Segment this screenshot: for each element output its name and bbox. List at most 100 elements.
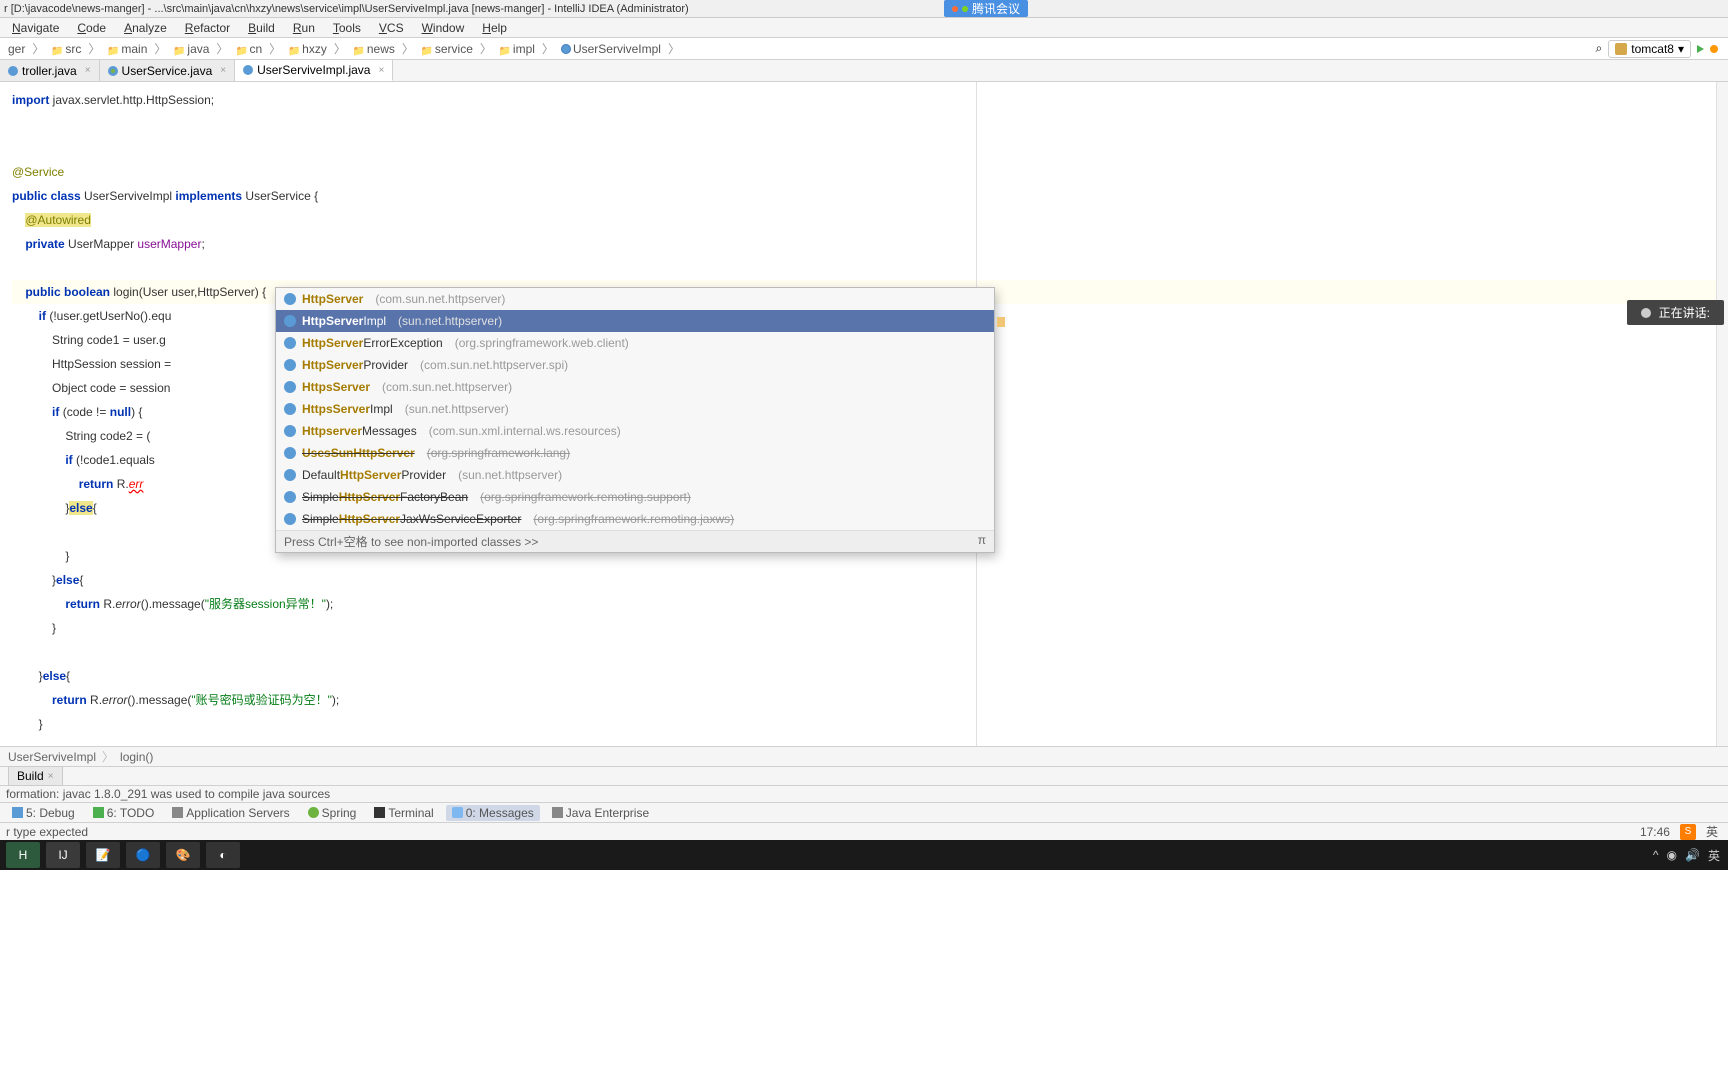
class-icon (284, 403, 296, 415)
close-icon[interactable]: × (378, 65, 384, 76)
tool-debug[interactable]: 5: Debug (6, 805, 81, 821)
completion-item[interactable]: HttpServerProvider(com.sun.net.httpserve… (276, 354, 994, 376)
class-icon (284, 425, 296, 437)
build-tab[interactable]: Build × (8, 766, 63, 786)
crumb-hxzy[interactable]: hxzy (284, 41, 331, 57)
tray-chevron-icon[interactable]: ^ (1653, 848, 1659, 862)
completion-item[interactable]: HttpserverMessages(com.sun.xml.internal.… (276, 420, 994, 442)
menu-help[interactable]: Help (474, 19, 515, 37)
menu-build[interactable]: Build (240, 19, 283, 37)
completion-item[interactable]: HttpServer(com.sun.net.httpserver) (276, 288, 994, 310)
menu-refactor[interactable]: Refactor (177, 19, 238, 37)
context-sep: 〉 (96, 748, 120, 765)
debug-icon (12, 807, 23, 818)
crumb-cn[interactable]: cn (231, 41, 266, 57)
menu-window[interactable]: Window (414, 19, 473, 37)
tool-spring[interactable]: Spring (302, 805, 363, 821)
menu-navigate[interactable]: Navigate (4, 19, 67, 37)
tray-sound-icon[interactable]: 🔊 (1685, 848, 1700, 862)
taskbar-app-intellij[interactable]: IJ (46, 842, 80, 868)
completion-item[interactable]: HttpServerImpl(sun.net.httpserver) (276, 310, 994, 332)
javaee-icon (552, 807, 563, 818)
completion-item[interactable]: HttpsServer(com.sun.net.httpserver) (276, 376, 994, 398)
tab-label: UserService.java (122, 64, 213, 78)
close-icon[interactable]: × (48, 771, 54, 782)
folder-icon (499, 43, 511, 55)
taskbar-app-paint[interactable]: 🎨 (166, 842, 200, 868)
context-class[interactable]: UserServiveImpl (8, 750, 96, 764)
completion-popup[interactable]: HttpServer(com.sun.net.httpserver)HttpSe… (275, 287, 995, 553)
run-config-selector[interactable]: tomcat8 ▾ (1608, 40, 1691, 58)
ime-lang[interactable]: 英 (1706, 823, 1718, 840)
speaking-label: 正在讲话: (1659, 304, 1710, 321)
tab-controller[interactable]: troller.java × (0, 60, 100, 81)
search-icon[interactable]: ⌕ (1596, 41, 1603, 56)
crumb-main[interactable]: main (103, 41, 151, 57)
context-method[interactable]: login() (120, 750, 153, 764)
completion-item[interactable]: HttpsServerImpl(sun.net.httpserver) (276, 398, 994, 420)
tool-javaee[interactable]: Java Enterprise (546, 805, 655, 821)
tool-messages[interactable]: 0: Messages (446, 805, 540, 821)
compile-message: formation: javac 1.8.0_291 was used to c… (0, 786, 1728, 802)
meeting-badge[interactable]: 腾讯会议 (944, 0, 1028, 17)
crumb-src[interactable]: src (47, 41, 85, 57)
messages-icon (452, 807, 463, 818)
microphone-icon (1641, 308, 1651, 318)
completion-name: SimpleHttpServerFactoryBean (302, 490, 468, 504)
warning-indicator-icon[interactable] (1710, 45, 1718, 53)
tray-lang[interactable]: 英 (1708, 847, 1720, 864)
menu-code[interactable]: Code (69, 19, 114, 37)
build-tab-label: Build (17, 769, 44, 783)
tab-userservice[interactable]: UserService.java × (100, 60, 236, 81)
crumb-java[interactable]: java (169, 41, 213, 57)
menu-vcs[interactable]: VCS (371, 19, 412, 37)
completion-item[interactable]: HttpServerErrorException(org.springframe… (276, 332, 994, 354)
class-icon (284, 337, 296, 349)
editor[interactable]: import javax.servlet.http.HttpSession; @… (0, 82, 1728, 746)
crumb-service[interactable]: service (417, 41, 477, 57)
completion-package: (sun.net.httpserver) (458, 468, 562, 482)
crumb-class[interactable]: UserServiveImpl (557, 41, 665, 57)
taskbar-app-chrome[interactable]: ◐ (206, 842, 240, 868)
completion-package: (org.springframework.web.client) (455, 336, 629, 350)
tomcat-icon (1615, 43, 1627, 55)
taskbar-app-h[interactable]: H (6, 842, 40, 868)
completion-item[interactable]: SimpleHttpServerFactoryBean(org.springfr… (276, 486, 994, 508)
close-icon[interactable]: × (85, 65, 91, 76)
crumb-impl[interactable]: impl (495, 41, 539, 57)
completion-item[interactable]: SimpleHttpServerJaxWsServiceExporter(org… (276, 508, 994, 530)
close-icon[interactable]: × (220, 65, 226, 76)
completion-package: (com.sun.net.httpserver) (375, 292, 505, 306)
terminal-icon (374, 807, 385, 818)
menu-bar: Navigate Code Analyze Refactor Build Run… (0, 18, 1728, 38)
windows-taskbar[interactable]: H IJ 📝 🔵 🎨 ◐ ^ ◉ 🔊 英 (0, 840, 1728, 870)
completion-hint: Press Ctrl+空格 to see non-imported classe… (276, 530, 994, 552)
run-config-name: tomcat8 (1631, 42, 1674, 56)
ime-indicator-icon[interactable]: S (1680, 824, 1696, 840)
nav-bar: ger〉 src〉 main〉 java〉 cn〉 hxzy〉 news〉 se… (0, 38, 1728, 60)
taskbar-app-notes[interactable]: 📝 (86, 842, 120, 868)
crumb-root[interactable]: ger (4, 41, 29, 57)
error-stripe[interactable] (1716, 82, 1728, 746)
folder-icon (51, 43, 63, 55)
run-play-icon[interactable] (1697, 45, 1704, 53)
menu-run[interactable]: Run (285, 19, 323, 37)
completion-item[interactable]: DefaultHttpServerProvider(sun.net.httpse… (276, 464, 994, 486)
tray-network-icon[interactable]: ◉ (1667, 848, 1677, 862)
completion-package: (sun.net.httpserver) (398, 314, 502, 328)
completion-name: UsesSunHttpServer (302, 446, 415, 460)
tool-appservers[interactable]: Application Servers (166, 805, 295, 821)
completion-name: HttpserverMessages (302, 424, 417, 438)
tool-todo[interactable]: 6: TODO (87, 805, 161, 821)
taskbar-tray[interactable]: ^ ◉ 🔊 英 (1653, 847, 1728, 864)
menu-tools[interactable]: Tools (325, 19, 369, 37)
class-icon (284, 513, 296, 525)
menu-analyze[interactable]: Analyze (116, 19, 175, 37)
class-icon (284, 359, 296, 371)
tab-userserviveimpl[interactable]: UserServiveImpl.java × (235, 60, 393, 81)
intention-bulb-icon[interactable] (997, 317, 1005, 327)
crumb-news[interactable]: news (349, 41, 399, 57)
tool-terminal[interactable]: Terminal (368, 805, 439, 821)
completion-item[interactable]: UsesSunHttpServer(org.springframework.la… (276, 442, 994, 464)
taskbar-app-meeting[interactable]: 🔵 (126, 842, 160, 868)
